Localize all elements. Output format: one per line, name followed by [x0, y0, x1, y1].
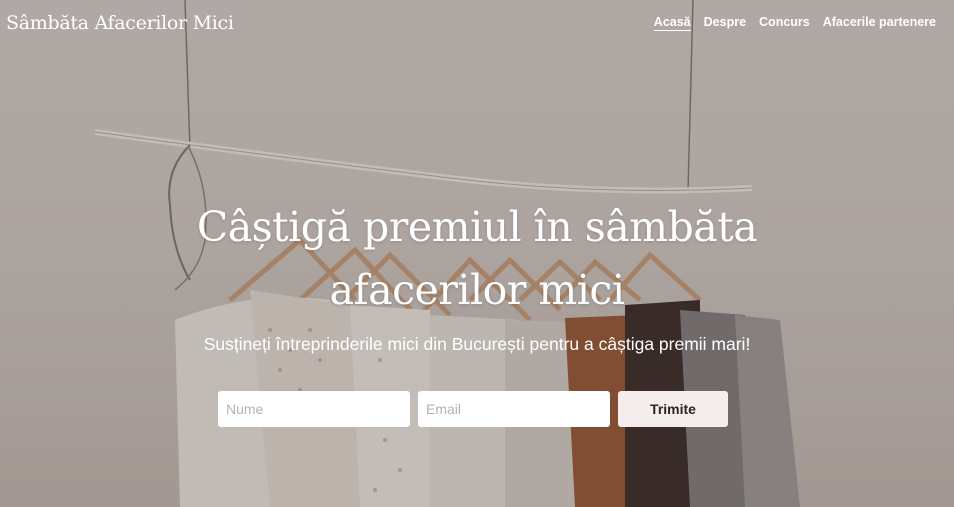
nav-link-afacerile-partenere[interactable]: Afacerile partenere — [823, 15, 936, 31]
hero-headline: Câștigă premiul în sâmbăta afacerilor mi… — [120, 196, 834, 322]
site-title[interactable]: Sâmbăta Afacerilor Mici — [6, 12, 234, 34]
name-input[interactable] — [218, 391, 410, 427]
nav-link-acasa[interactable]: Acasă — [653, 15, 691, 31]
nav-link-despre[interactable]: Despre — [704, 15, 746, 31]
hero-subheadline: Susțineți întreprinderile mici din Bucur… — [203, 334, 751, 354]
email-input[interactable] — [418, 391, 610, 427]
submit-button[interactable]: Trimite — [618, 391, 728, 427]
hero-headline-line2: afacerilor mici — [329, 266, 626, 314]
nav-link-concurs[interactable]: Concurs — [759, 15, 810, 31]
main-nav: Acasă Despre Concurs Afacerile partenere — [653, 15, 936, 31]
hero-headline-line1: Câștigă premiul în sâmbăta — [196, 203, 758, 251]
